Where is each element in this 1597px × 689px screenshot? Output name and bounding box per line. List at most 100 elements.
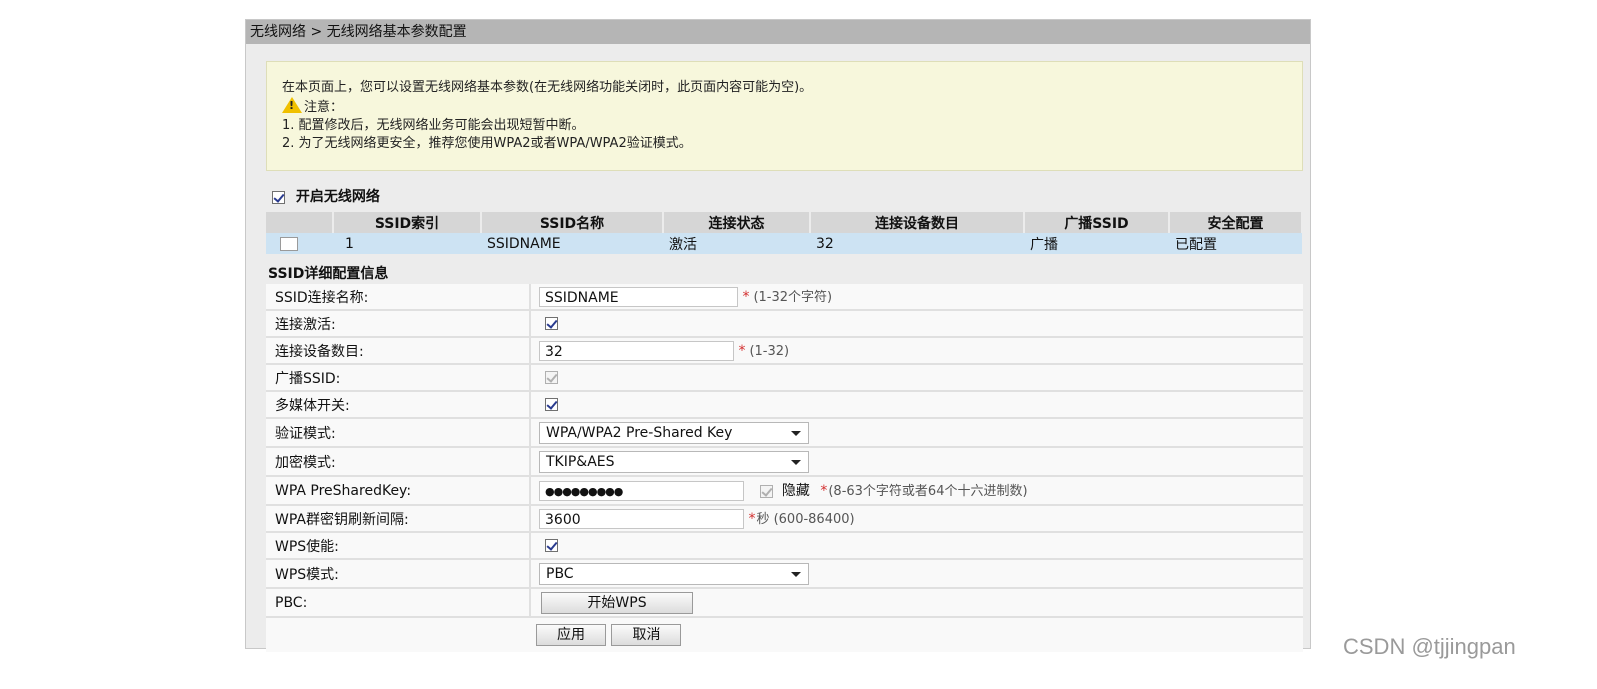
enable-wireless-row: 开启无线网络 bbox=[272, 186, 380, 206]
header-ssid-name: SSID名称 bbox=[481, 212, 664, 233]
psk-label: WPA PreSharedKey: bbox=[266, 476, 531, 506]
apply-button[interactable]: 应用 bbox=[536, 624, 606, 646]
ssid-name-label: SSID连接名称: bbox=[266, 284, 531, 311]
wps-enable-label: WPS使能: bbox=[266, 532, 531, 560]
broadcast-ssid-cell bbox=[530, 364, 1303, 392]
pbc-cell: 开始WPS bbox=[530, 588, 1303, 618]
auth-mode-select[interactable]: WPA/WPA2 Pre-Shared Key bbox=[539, 421, 809, 444]
required-mark: * bbox=[820, 483, 828, 499]
actions-spacer bbox=[266, 617, 530, 652]
form-row-ssid-name: SSID连接名称: SSIDNAME * (1-32个字符) bbox=[266, 284, 1303, 311]
connection-active-cell bbox=[530, 310, 1303, 338]
form-row-wps-enable: WPS使能: bbox=[266, 532, 1303, 560]
device-count-cell: 32 * (1-32) bbox=[530, 337, 1303, 365]
wps-mode-label: WPS模式: bbox=[266, 559, 531, 589]
notice-item-2: 2. 为了无线网络更安全，推荐您使用WPA2或者WPA/WPA2验证模式。 bbox=[282, 136, 692, 151]
wps-mode-value: PBC bbox=[546, 565, 574, 582]
form-row-connection-active: 连接激活: bbox=[266, 310, 1303, 338]
ssid-name-input[interactable]: SSIDNAME bbox=[539, 287, 738, 307]
device-count-label: 连接设备数目: bbox=[266, 337, 531, 365]
form-row-auth-mode: 验证模式: WPA/WPA2 Pre-Shared Key bbox=[266, 418, 1303, 448]
chevron-down-icon bbox=[791, 430, 801, 436]
row-select-checkbox[interactable] bbox=[280, 236, 298, 251]
row-index: 1 bbox=[333, 233, 481, 254]
rekey-label: WPA群密钥刷新间隔: bbox=[266, 505, 531, 533]
chevron-down-icon bbox=[791, 459, 801, 465]
header-connection-status: 连接状态 bbox=[663, 212, 811, 233]
form-row-multimedia: 多媒体开关: bbox=[266, 391, 1303, 419]
hide-psk-label: 隐藏 bbox=[781, 483, 810, 499]
broadcast-ssid-checkbox bbox=[545, 371, 558, 384]
row-device-count: 32 bbox=[810, 233, 1024, 254]
wps-mode-cell: PBC bbox=[530, 559, 1303, 589]
required-mark: * bbox=[748, 511, 756, 527]
multimedia-label: 多媒体开关: bbox=[266, 391, 531, 419]
enable-wireless-label: 开启无线网络 bbox=[295, 189, 380, 205]
form-row-wps-mode: WPS模式: PBC bbox=[266, 559, 1303, 589]
connection-active-checkbox[interactable] bbox=[545, 317, 558, 330]
row-status: 激活 bbox=[663, 233, 810, 254]
auth-mode-cell: WPA/WPA2 Pre-Shared Key bbox=[530, 418, 1303, 448]
row-security: 已配置 bbox=[1169, 233, 1302, 254]
psk-hint: (8-63个字符或者64个十六进制数) bbox=[828, 484, 1028, 499]
encryption-value: TKIP&AES bbox=[546, 453, 615, 470]
row-select-cell bbox=[266, 233, 333, 254]
auth-mode-label: 验证模式: bbox=[266, 418, 531, 448]
notice-warning: ! 注意： bbox=[282, 97, 1302, 117]
multimedia-checkbox[interactable] bbox=[545, 398, 558, 411]
hide-psk-checkbox bbox=[760, 484, 774, 498]
form-actions-row: 应用 取消 bbox=[266, 617, 1303, 652]
rekey-cell: 3600 *秒 (600-86400) bbox=[530, 505, 1303, 533]
rekey-hint: 秒 (600-86400) bbox=[756, 512, 855, 527]
pbc-label: PBC: bbox=[266, 588, 531, 618]
actions-cell: 应用 取消 bbox=[530, 617, 1303, 652]
device-count-hint: (1-32) bbox=[749, 343, 790, 359]
warning-icon: ! bbox=[282, 97, 302, 113]
required-mark: * bbox=[742, 289, 750, 305]
watermark: CSDN @tjjingpan bbox=[1343, 634, 1516, 659]
notice-item-1: 1. 配置修改后，无线网络业务可能会出现短暂中断。 bbox=[282, 118, 585, 133]
ssid-name-hint: (1-32个字符) bbox=[753, 290, 833, 305]
broadcast-ssid-label: 广播SSID: bbox=[266, 364, 531, 392]
encryption-cell: TKIP&AES bbox=[530, 447, 1303, 477]
chevron-down-icon bbox=[791, 571, 801, 577]
header-ssid-index: SSID索引 bbox=[333, 212, 482, 233]
notice-box: 在本页面上，您可以设置无线网络基本参数(在无线网络功能关闭时，此页面内容可能为空… bbox=[266, 61, 1303, 171]
wps-mode-select[interactable]: PBC bbox=[539, 562, 809, 585]
auth-mode-value: WPA/WPA2 Pre-Shared Key bbox=[546, 424, 733, 441]
config-panel: 无线网络 > 无线网络基本参数配置 在本页面上，您可以设置无线网络基本参数(在无… bbox=[245, 19, 1311, 652]
device-count-input[interactable]: 32 bbox=[539, 340, 734, 361]
psk-input[interactable]: ●●●●●●●●● bbox=[539, 481, 744, 501]
breadcrumb: 无线网络 > 无线网络基本参数配置 bbox=[246, 20, 1310, 44]
required-mark: * bbox=[738, 342, 746, 359]
form-row-device-count: 连接设备数目: 32 * (1-32) bbox=[266, 337, 1303, 365]
start-wps-button[interactable]: 开始WPS bbox=[541, 591, 693, 614]
row-ssid-name: SSIDNAME bbox=[481, 233, 663, 254]
notice-intro: 在本页面上，您可以设置无线网络基本参数(在无线网络功能关闭时，此页面内容可能为空… bbox=[282, 80, 813, 95]
section-title: SSID详细配置信息 bbox=[268, 266, 389, 282]
header-broadcast-ssid: 广播SSID bbox=[1024, 212, 1170, 233]
row-broadcast: 广播 bbox=[1024, 233, 1169, 254]
ssid-detail-form: SSID连接名称: SSIDNAME * (1-32个字符) 连接激活: 连接设备… bbox=[266, 284, 1303, 652]
cancel-button[interactable]: 取消 bbox=[611, 624, 682, 646]
table-row[interactable]: 1 SSIDNAME 激活 32 广播 已配置 bbox=[266, 233, 1302, 254]
ssid-name-cell: SSIDNAME * (1-32个字符) bbox=[530, 284, 1303, 311]
header-security: 安全配置 bbox=[1169, 212, 1303, 233]
ssid-table-header: SSID索引 SSID名称 连接状态 连接设备数目 广播SSID 安全配置 bbox=[266, 212, 1303, 233]
form-row-broadcast-ssid: 广播SSID: bbox=[266, 364, 1303, 392]
rekey-input[interactable]: 3600 bbox=[539, 509, 744, 529]
encryption-label: 加密模式: bbox=[266, 447, 531, 477]
header-device-count: 连接设备数目 bbox=[810, 212, 1025, 233]
connection-active-label: 连接激活: bbox=[266, 310, 531, 338]
form-row-pbc: PBC: 开始WPS bbox=[266, 588, 1303, 618]
wps-enable-checkbox[interactable] bbox=[545, 539, 558, 552]
enable-wireless-checkbox[interactable] bbox=[272, 190, 285, 204]
wps-enable-cell bbox=[530, 532, 1303, 560]
psk-cell: ●●●●●●●●● 隐藏 *(8-63个字符或者64个十六进制数) bbox=[530, 476, 1303, 506]
form-row-encryption: 加密模式: TKIP&AES bbox=[266, 447, 1303, 477]
header-select bbox=[266, 212, 334, 233]
multimedia-cell bbox=[530, 391, 1303, 419]
encryption-select[interactable]: TKIP&AES bbox=[539, 450, 809, 473]
form-row-rekey: WPA群密钥刷新间隔: 3600 *秒 (600-86400) bbox=[266, 505, 1303, 533]
form-row-psk: WPA PreSharedKey: ●●●●●●●●● 隐藏 *(8-63个字符… bbox=[266, 476, 1303, 506]
